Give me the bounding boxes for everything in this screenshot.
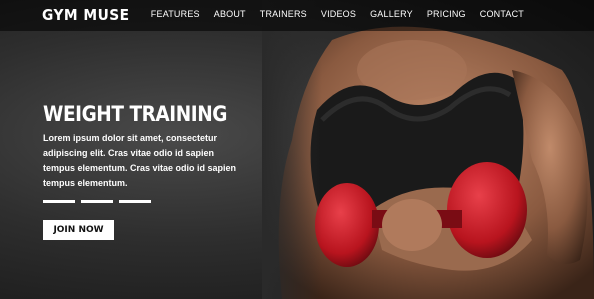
slider-indicators — [43, 200, 151, 203]
main-nav: FEATURES ABOUT TRAINERS VIDEOS GALLERY P… — [151, 9, 524, 19]
page: GYM MUSE FEATURES ABOUT TRAINERS VIDEOS … — [0, 0, 594, 299]
slide-indicator-1[interactable] — [43, 200, 75, 203]
hero-title: WEIGHT TRAINING — [43, 102, 227, 126]
top-navigation-bar: GYM MUSE FEATURES ABOUT TRAINERS VIDEOS … — [0, 0, 594, 31]
nav-link-features[interactable]: FEATURES — [151, 9, 200, 19]
slide-indicator-3[interactable] — [119, 200, 151, 203]
nav-link-about[interactable]: ABOUT — [214, 9, 246, 19]
join-now-button[interactable]: JOIN NOW — [43, 220, 114, 240]
hero-content: WEIGHT TRAINING Lorem ipsum dolor sit am… — [43, 102, 243, 191]
nav-link-gallery[interactable]: GALLERY — [370, 9, 413, 19]
nav-link-videos[interactable]: VIDEOS — [321, 9, 356, 19]
nav-link-contact[interactable]: CONTACT — [480, 9, 524, 19]
hero-image-athlete-with-dumbbell — [262, 0, 594, 299]
brand-logo[interactable]: GYM MUSE — [42, 6, 130, 24]
slide-indicator-2[interactable] — [81, 200, 113, 203]
nav-link-trainers[interactable]: TRAINERS — [260, 9, 307, 19]
hero-description: Lorem ipsum dolor sit amet, consectetur … — [43, 133, 237, 188]
nav-link-pricing[interactable]: PRICING — [427, 9, 466, 19]
